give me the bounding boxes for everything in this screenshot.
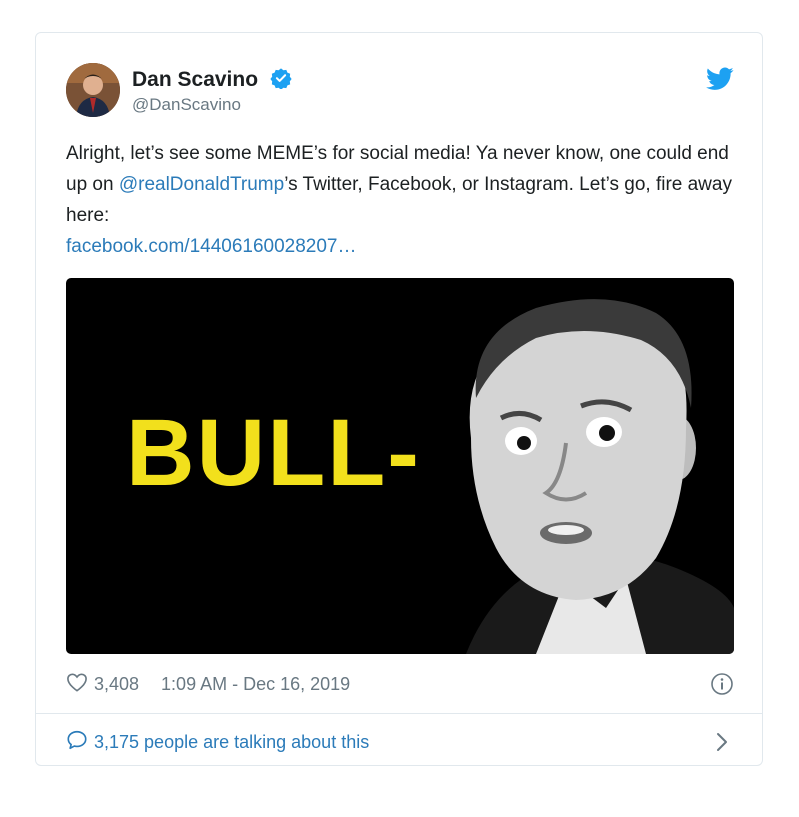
author-avatar[interactable]: [66, 63, 120, 117]
mention-link[interactable]: @realDonaldTrump: [119, 174, 284, 195]
author-handle[interactable]: @DanScavino: [132, 95, 241, 115]
info-icon[interactable]: [710, 672, 734, 701]
twitter-bird-icon[interactable]: [706, 67, 734, 96]
tweet-timestamp[interactable]: 1:09 AM - Dec 16, 2019: [161, 674, 350, 695]
chevron-right-icon[interactable]: [712, 731, 732, 758]
tweet-meta: 3,408 1:09 AM - Dec 16, 2019: [66, 671, 350, 697]
verified-badge-icon: [270, 67, 292, 95]
heart-icon[interactable]: [66, 672, 88, 697]
tweet-text: Alright, let’s see some MEME’s for socia…: [66, 138, 746, 262]
conversation-text: 3,175 people are talking about this: [94, 732, 370, 752]
author-name[interactable]: Dan Scavino: [132, 67, 292, 95]
like-count[interactable]: 3,408: [94, 674, 139, 695]
conversation-link[interactable]: 3,175 people are talking about this: [66, 729, 369, 756]
divider: [36, 713, 762, 714]
facebook-link[interactable]: facebook.com/14406160028207…: [66, 236, 357, 257]
tweet-media-image[interactable]: BULL-: [66, 278, 734, 654]
comment-bubble-icon: [66, 729, 88, 756]
author-name-text: Dan Scavino: [132, 68, 259, 91]
tweet-card[interactable]: Dan Scavino @DanScavino Alright, let’s s…: [35, 32, 763, 766]
media-portrait: [466, 299, 734, 654]
